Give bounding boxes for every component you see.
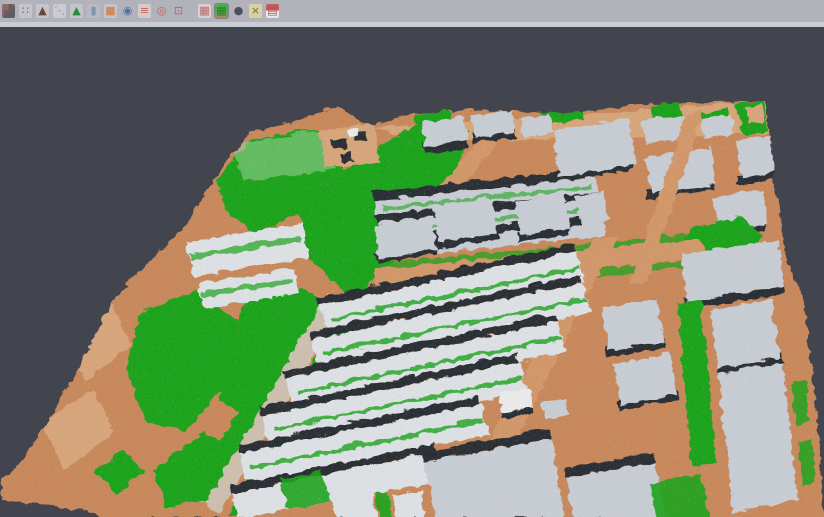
terrain-mound-icon[interactable]: ▲ <box>36 4 49 18</box>
dark-sphere-icon[interactable]: ● <box>232 4 245 18</box>
toolbar-separator <box>189 4 194 18</box>
ortho-image-icon[interactable]: ■ <box>104 4 117 18</box>
measure-delete-icon[interactable]: × <box>249 4 262 18</box>
pointcloud-scene <box>0 0 824 517</box>
flag-stripes-icon[interactable]: ▤ <box>266 4 279 18</box>
main-toolbar: ▞ ∷ ▲ ⋱ ▲ ▮ ■ ◉ ≡ ◎ ⊡ ▦ ▦ ● × ▤ <box>0 0 824 27</box>
column-filter-icon[interactable]: ▮ <box>87 4 100 18</box>
sparse-points-icon[interactable]: ⋱ <box>53 4 66 18</box>
globe-icon[interactable]: ◉ <box>121 4 134 18</box>
green-terrain-icon[interactable]: ▲ <box>70 4 83 18</box>
crop-box-icon[interactable]: ⊡ <box>172 4 185 18</box>
edit-clip-icon[interactable]: ▞ <box>2 4 15 18</box>
viewport-3d[interactable] <box>0 0 824 517</box>
stacked-layers-icon[interactable]: ≡ <box>138 4 151 18</box>
checker-mask-icon[interactable]: ▦ <box>198 4 211 18</box>
target-icon[interactable]: ◎ <box>155 4 168 18</box>
point-pair-align-icon[interactable]: ∷ <box>19 4 32 18</box>
classification-icon[interactable]: ▦ <box>215 4 228 18</box>
